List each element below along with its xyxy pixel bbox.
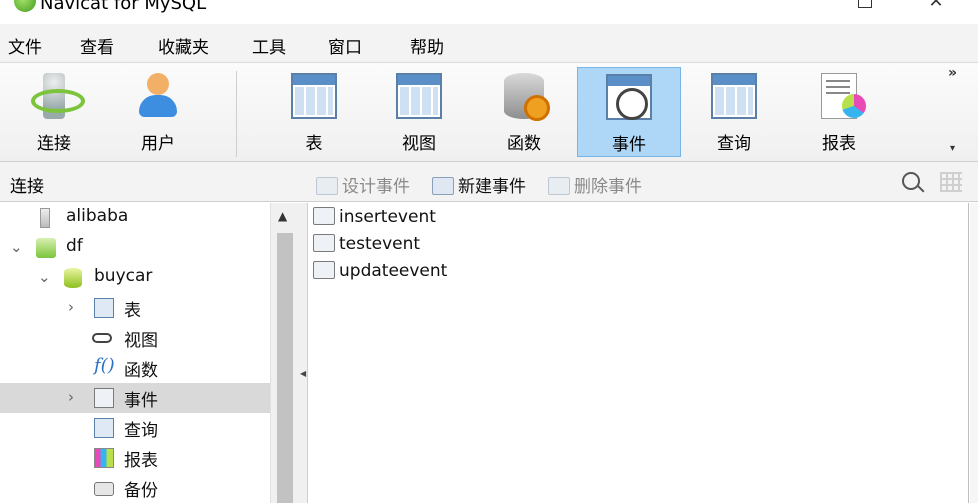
event-item-updateevent[interactable]: updateevent	[313, 261, 447, 287]
menu-view[interactable]: 查看	[80, 33, 114, 58]
tree-item-buycar[interactable]: ⌄ buycar	[0, 263, 270, 293]
toolbar-separator	[236, 71, 237, 157]
toolbar-table-button[interactable]: 表	[262, 67, 366, 157]
menu-favorites[interactable]: 收藏夹	[158, 33, 209, 58]
connection-icon	[31, 73, 85, 119]
event-item-testevent[interactable]: testevent	[313, 234, 420, 260]
report-icon	[821, 73, 866, 119]
chevron-down-icon[interactable]: ⌄	[10, 238, 23, 256]
report-icon	[94, 448, 114, 468]
pane-splitter[interactable]: ◀	[298, 203, 308, 503]
toolbar-dropdown-icon[interactable]: ▾	[950, 143, 955, 154]
table-icon	[94, 298, 114, 318]
event-icon	[606, 74, 652, 120]
menu-help[interactable]: 帮助	[410, 33, 444, 58]
event-list: insertevent testevent updateevent	[309, 203, 969, 503]
new-event-icon	[432, 177, 454, 195]
toolbar-event-button[interactable]: 事件	[577, 67, 681, 157]
close-button[interactable]: ✕	[926, 0, 946, 12]
scroll-up-icon[interactable]: ▲	[278, 209, 287, 223]
event-icon	[94, 388, 114, 408]
maximize-button[interactable]	[856, 0, 876, 12]
toolbar-label: 事件	[612, 135, 646, 155]
chevron-right-icon[interactable]: ›	[68, 388, 74, 406]
tree-item-tables[interactable]: › 表	[0, 293, 270, 323]
function-icon: f()	[94, 355, 115, 376]
grid-view-icon[interactable]	[940, 172, 962, 192]
table-icon	[291, 73, 337, 119]
connection-pane-title: 连接	[10, 177, 44, 197]
tree-item-events[interactable]: › 事件	[0, 383, 270, 413]
menu-window[interactable]: 窗口	[328, 33, 362, 58]
tree-item-alibaba[interactable]: alibaba	[0, 203, 270, 233]
event-icon	[313, 234, 335, 252]
design-event-icon	[316, 177, 338, 195]
server-icon	[40, 208, 50, 228]
new-event-button[interactable]: 新建事件	[432, 172, 526, 197]
design-event-button[interactable]: 设计事件	[316, 172, 410, 197]
user-icon	[135, 73, 181, 119]
toolbar-query-button[interactable]: 查询	[682, 67, 786, 157]
view-icon	[92, 333, 112, 343]
chevron-down-icon[interactable]: ⌄	[38, 268, 51, 286]
event-item-insertevent[interactable]: insertevent	[313, 207, 436, 233]
delete-event-icon	[548, 177, 570, 195]
tree-item-backups[interactable]: 备份	[0, 473, 270, 503]
connection-tree: alibaba ⌄ df ⌄ buycar › 表 视图 f() 函数 › 事件…	[0, 203, 298, 503]
toolbar-label: 视图	[402, 134, 436, 154]
navicat-logo-icon	[14, 0, 36, 12]
object-toolbar: 连接 设计事件 新建事件 删除事件	[0, 162, 978, 202]
chevron-right-icon[interactable]: ›	[68, 298, 74, 316]
scrollbar-thumb[interactable]	[277, 233, 293, 503]
query-icon	[711, 73, 757, 119]
database-icon	[64, 268, 82, 288]
toolbar-label: 用户	[141, 134, 175, 154]
window-edge	[970, 203, 978, 503]
tree-item-reports[interactable]: 报表	[0, 443, 270, 473]
function-icon	[504, 73, 550, 121]
toolbar-label: 连接	[37, 134, 71, 154]
toolbar-label: 函数	[507, 134, 541, 154]
toolbar-function-button[interactable]: 函数	[472, 67, 576, 157]
search-icon[interactable]	[902, 172, 920, 190]
menu-file[interactable]: 文件	[8, 33, 42, 58]
connection-icon	[36, 238, 56, 258]
toolbar-label: 报表	[822, 134, 856, 154]
event-icon	[313, 261, 335, 279]
view-icon	[396, 73, 442, 119]
tree-item-views[interactable]: 视图	[0, 323, 270, 353]
title-bar: Navicat for MySQL ✕	[0, 0, 978, 24]
toolbar-report-button[interactable]: 报表	[787, 67, 891, 157]
tree-scrollbar[interactable]: ▲	[270, 203, 298, 503]
toolbar-label: 查询	[717, 134, 751, 154]
event-icon	[313, 207, 335, 225]
toolbar-label: 表	[305, 134, 323, 154]
toolbar-overflow-icon[interactable]: »	[948, 65, 957, 81]
tree-item-functions[interactable]: f() 函数	[0, 353, 270, 383]
collapse-left-icon[interactable]: ◀	[300, 369, 306, 378]
tree-item-queries[interactable]: 查询	[0, 413, 270, 443]
menu-bar: 文件 查看 收藏夹 工具 窗口 帮助	[0, 24, 978, 62]
backup-icon	[94, 482, 114, 496]
delete-event-button[interactable]: 删除事件	[548, 172, 642, 197]
tree-item-df[interactable]: ⌄ df	[0, 233, 270, 263]
toolbar-user-button[interactable]: 用户	[106, 67, 210, 157]
toolbar-view-button[interactable]: 视图	[367, 67, 471, 157]
toolbar-connection-button[interactable]: 连接	[2, 67, 106, 157]
window-title: Navicat for MySQL	[40, 0, 207, 14]
menu-tools[interactable]: 工具	[252, 33, 286, 58]
main-toolbar: 连接 用户 表 视图 函数 事件 查询 报表 » ▾	[0, 62, 978, 162]
query-icon	[94, 418, 114, 438]
